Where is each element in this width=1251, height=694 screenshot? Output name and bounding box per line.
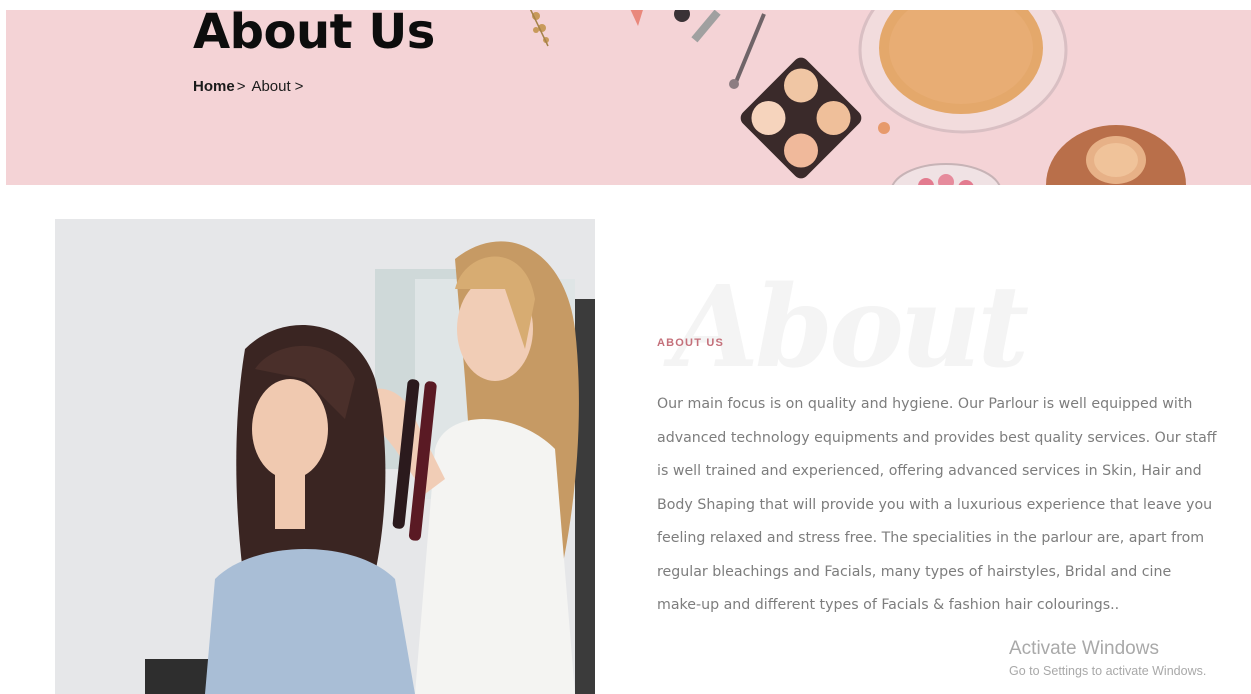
activate-windows-title: Activate Windows <box>1009 638 1159 659</box>
breadcrumb-home-link[interactable]: Home <box>193 78 235 95</box>
cosmetics-decoration-icon <box>529 10 1186 185</box>
page-header-banner: About Us Home > About > <box>6 10 1251 185</box>
breadcrumb-about-link[interactable]: About <box>251 78 290 95</box>
breadcrumb: Home > About > <box>193 78 309 95</box>
salon-photo-icon <box>55 219 595 694</box>
page-title: About Us <box>193 10 435 60</box>
section-label: ABOUT US <box>657 337 725 349</box>
about-description: Our main focus is on quality and hygiene… <box>657 396 1217 613</box>
activate-windows-subtitle: Go to Settings to activate Windows. <box>1009 664 1207 678</box>
activate-windows-notice: Activate Windows Go to Settings to activ… <box>1009 638 1206 678</box>
salon-photo <box>55 219 595 694</box>
breadcrumb-separator: > <box>236 78 246 95</box>
about-watermark-text: About <box>672 262 1029 393</box>
breadcrumb-separator: > <box>294 78 304 95</box>
